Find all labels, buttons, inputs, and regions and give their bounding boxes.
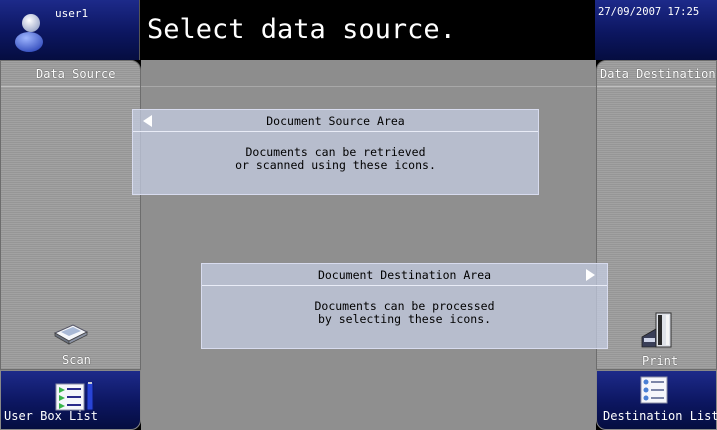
callout-line: by selecting these icons.: [317, 312, 492, 326]
data-destination-panel: Data Destination Print: [596, 60, 717, 370]
user-name: user1: [55, 7, 89, 20]
callout-line: or scanned using these icons.: [235, 158, 436, 172]
callout-header: Document Source Area: [133, 110, 538, 132]
callout-body: Documents can be retrieved or scanned us…: [133, 146, 538, 172]
callout-title: Document Destination Area: [317, 268, 492, 282]
callout-title: Document Source Area: [266, 114, 405, 128]
user-box-list-button[interactable]: User Box List: [0, 370, 141, 430]
title-bar: Select data source.: [140, 0, 595, 60]
callout-header: Document Destination Area: [202, 264, 607, 286]
divider: [1, 86, 140, 87]
page-title: Select data source.: [147, 14, 456, 45]
center-header-strip: [141, 60, 596, 87]
callout-body: Documents can be processed by selecting …: [202, 300, 607, 326]
scanner-icon: [53, 324, 89, 345]
divider: [597, 86, 716, 87]
document-destination-callout: Document Destination Area Documents can …: [201, 263, 608, 349]
datetime: 27/09/2007 17:25: [598, 6, 700, 18]
data-destination-title: Data Destination: [600, 67, 716, 81]
destination-list-button[interactable]: Destination List: [596, 370, 717, 430]
document-source-callout: Document Source Area Documents can be re…: [132, 109, 539, 195]
datetime-box: 27/09/2007 17:25: [595, 0, 717, 60]
data-source-panel: Data Source Scan: [0, 60, 141, 370]
list-icon: [640, 376, 668, 404]
person-icon: [15, 14, 43, 52]
scan-button[interactable]: Scan: [46, 323, 96, 369]
user-box[interactable]: user1: [0, 0, 140, 60]
arrow-right-icon: [586, 269, 595, 281]
printer-icon: [641, 312, 672, 348]
user-box-list-label: User Box List: [4, 409, 98, 423]
destination-list-label: Destination List: [603, 409, 717, 423]
scan-label: Scan: [62, 353, 91, 367]
print-label: Print: [642, 354, 679, 368]
print-button[interactable]: Print: [632, 311, 692, 369]
list-with-usb-icon: [55, 382, 94, 411]
data-source-title: Data Source: [36, 67, 116, 81]
